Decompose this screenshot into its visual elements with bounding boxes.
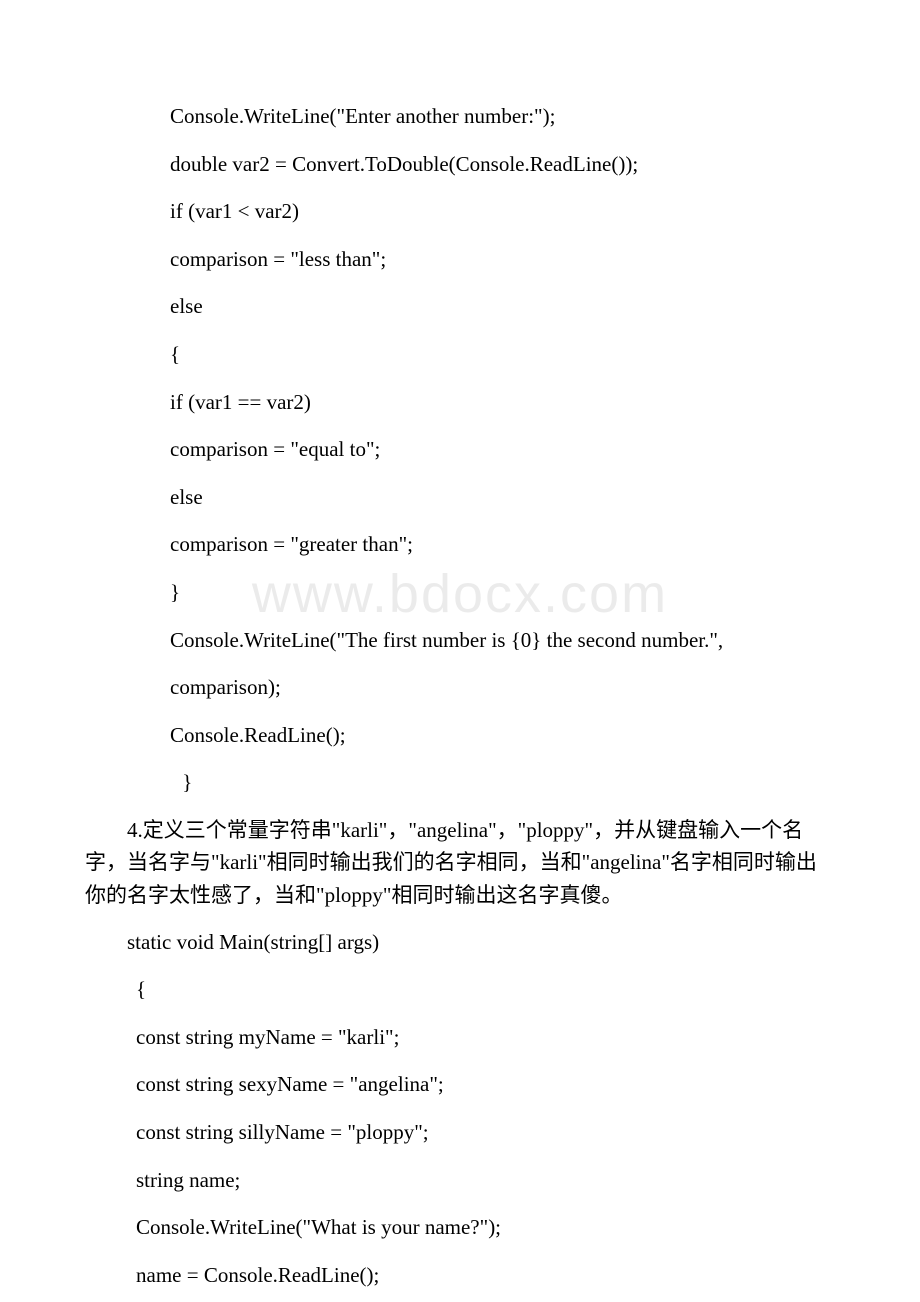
document-content: Console.WriteLine("Enter another number:…: [0, 0, 920, 1292]
code-line: }: [85, 766, 835, 800]
paragraph-text: 4.定义三个常量字符串"karli"，"angelina"，"ploppy"，并…: [85, 814, 835, 912]
code-line: const string sexyName = "angelina";: [85, 1068, 835, 1102]
code-line: }: [85, 576, 835, 610]
code-line: comparison = "greater than";: [85, 528, 835, 562]
code-line: const string myName = "karli";: [85, 1021, 835, 1055]
code-line: else: [85, 290, 835, 324]
code-line: Console.WriteLine("The first number is {…: [85, 624, 835, 658]
code-line: string name;: [85, 1164, 835, 1198]
code-line: else: [85, 481, 835, 515]
code-line: {: [85, 338, 835, 372]
code-line: Console.ReadLine();: [85, 719, 835, 753]
code-line: static void Main(string[] args): [85, 926, 835, 960]
code-line: {: [85, 973, 835, 1007]
code-line: comparison = "equal to";: [85, 433, 835, 467]
code-line: comparison);: [85, 671, 835, 705]
code-line: if (var1 == var2): [85, 386, 835, 420]
code-line: Console.WriteLine("Enter another number:…: [85, 100, 835, 134]
code-line: if (var1 < var2): [85, 195, 835, 229]
code-line: Console.WriteLine("What is your name?");: [85, 1211, 835, 1245]
code-line: const string sillyName = "ploppy";: [85, 1116, 835, 1150]
code-line: double var2 = Convert.ToDouble(Console.R…: [85, 148, 835, 182]
code-line: comparison = "less than";: [85, 243, 835, 277]
code-line: name = Console.ReadLine();: [85, 1259, 835, 1293]
